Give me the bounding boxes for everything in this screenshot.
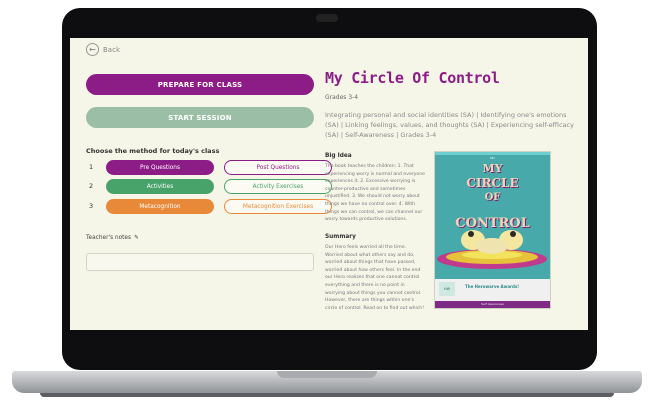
- back-link[interactable]: ← Back: [86, 43, 120, 56]
- activity-exercises-button[interactable]: Activity Exercises: [224, 179, 332, 194]
- summary-heading: Summary: [325, 234, 356, 240]
- cover-subtitle: SEL: [489, 156, 496, 160]
- camera-notch: [316, 14, 338, 22]
- teachers-notes-label: Teacher's notes ✎: [86, 235, 139, 241]
- cover-footer-band: Self Awareness: [435, 301, 550, 308]
- pencil-icon[interactable]: ✎: [134, 235, 139, 241]
- arrow-left-icon: ←: [86, 43, 99, 56]
- method-heading: Choose the method for today's class: [86, 147, 220, 155]
- metacognition-button[interactable]: Metacognition: [106, 199, 214, 214]
- laptop-base-notch: [277, 371, 377, 378]
- pre-questions-button[interactable]: Pre Questions: [106, 160, 214, 175]
- big-idea-heading: Big Idea: [325, 153, 352, 159]
- series-logo: HW: [439, 282, 455, 296]
- method-number: 1: [89, 163, 94, 171]
- cover-title-line: MY: [482, 162, 503, 175]
- series-name: The Herowarve Awards!: [465, 284, 520, 289]
- teachers-notes-input[interactable]: [86, 253, 314, 271]
- method-number: 3: [89, 202, 94, 210]
- cover-title-line: CONTROL: [455, 216, 530, 231]
- cover-top-band: [435, 152, 550, 155]
- big-idea-text: The book teaches the children: 1. That e…: [325, 164, 425, 223]
- prepare-for-class-button[interactable]: PREPARE FOR CLASS: [86, 74, 314, 95]
- cover-series-strip: HW The Herowarve Awards!: [435, 279, 550, 301]
- start-session-button[interactable]: START SESSION: [86, 107, 314, 128]
- back-label: Back: [103, 45, 120, 54]
- cover-title-line: CIRCLE: [466, 176, 519, 190]
- summary-text: Our Hero feels worried all the time. Wor…: [325, 245, 425, 311]
- method-number: 2: [89, 182, 94, 190]
- lesson-grades: Grades 3-4: [325, 94, 359, 101]
- cover-footer-text: Self Awareness: [481, 302, 504, 306]
- method-row-1: 1 Pre Questions Post Questions: [86, 160, 332, 175]
- activities-button[interactable]: Activities: [106, 179, 214, 194]
- laptop-foot: [40, 393, 614, 397]
- metacognition-exercises-button[interactable]: Metacognition Exercises: [224, 199, 332, 214]
- book-cover: SEL MY CIRCLE OF CONTROL HW The Herowarv…: [434, 151, 551, 309]
- cover-title-line: OF: [484, 192, 501, 203]
- notes-label-text: Teacher's notes: [86, 235, 132, 241]
- method-row-2: 2 Activities Activity Exercises: [86, 179, 332, 194]
- app-screen: ← Back PREPARE FOR CLASS START SESSION C…: [70, 38, 588, 330]
- lesson-title: My Circle Of Control: [325, 69, 500, 87]
- post-questions-button[interactable]: Post Questions: [224, 160, 332, 175]
- lesson-tags: Integrating personal and social identiti…: [325, 111, 574, 139]
- method-row-3: 3 Metacognition Metacognition Exercises: [86, 199, 332, 214]
